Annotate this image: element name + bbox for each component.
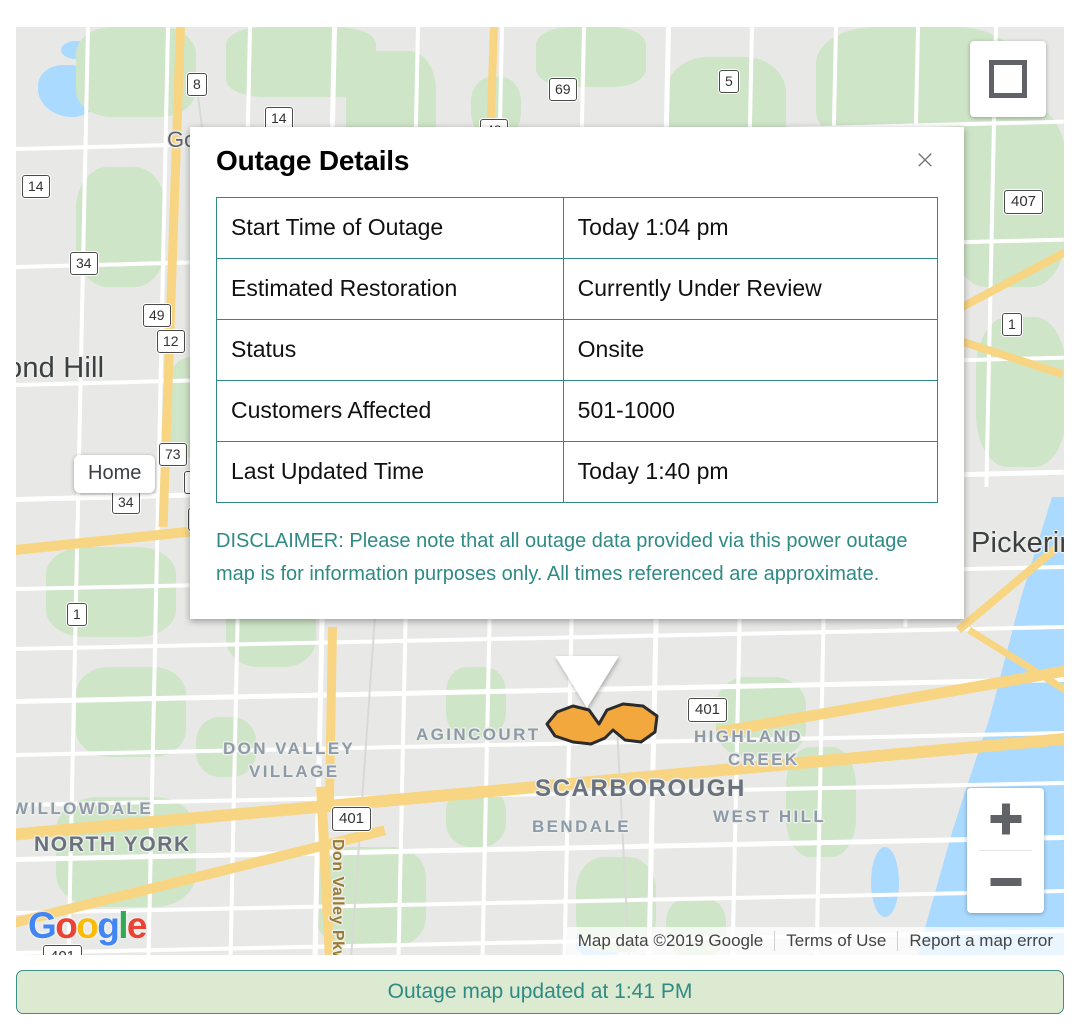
google-logo[interactable]: Google (28, 905, 148, 947)
outage-details-table: Start Time of Outage Today 1:04 pm Estimat… (216, 197, 939, 503)
map-place-label: SCARBOROUGH (535, 775, 746, 802)
route-shield: 1 (67, 603, 87, 626)
detail-value: 501-1000 (562, 380, 939, 442)
map-attribution: Map data ©2019 Google Terms of Use Repor… (566, 927, 1064, 955)
road-h-6 (16, 625, 1064, 651)
map-place-label: CREEK (728, 750, 800, 769)
close-icon[interactable]: × (908, 143, 942, 177)
map-place-label: HIGHLAND (694, 727, 803, 746)
fullscreen-button[interactable] (970, 41, 1046, 117)
route-shield: 12 (157, 330, 185, 353)
fullscreen-icon-corner (1003, 74, 1027, 98)
google-logo-g1: G (28, 905, 57, 946)
detail-value: Currently Under Review (562, 258, 939, 320)
detail-key: Start Time of Outage (216, 197, 564, 259)
detail-key: Customers Affected (216, 380, 564, 442)
status-bar-label: Outage map updated at 1:41 PM (387, 980, 693, 1003)
detail-value: Today 1:04 pm (562, 197, 939, 259)
route-shield: 69 (549, 78, 577, 101)
route-shield: 73 (159, 443, 187, 466)
detail-key: Estimated Restoration (216, 258, 564, 320)
table-row: Status Onsite (216, 319, 939, 381)
zoom-out-button[interactable] (967, 851, 1044, 913)
attribution-map-data: Map data ©2019 Google (577, 931, 764, 950)
detail-key: Last Updated Time (216, 441, 564, 503)
route-shield: 34 (112, 491, 140, 514)
detail-key: Status (216, 319, 564, 381)
table-row: Estimated Restoration Currently Under Rev… (216, 258, 939, 320)
disclaimer-text: DISCLAIMER: Please note that all outage … (216, 530, 908, 585)
attribution-terms-link[interactable]: Terms of Use (774, 931, 897, 951)
route-shield: 401 (332, 807, 372, 831)
route-shield: 8 (187, 73, 207, 96)
map-place-label: ond Hill (16, 352, 105, 384)
attribution-report-link[interactable]: Report a map error (897, 931, 1064, 951)
map-place-label: NORTH YORK (34, 833, 191, 856)
table-row: Customers Affected 501-1000 (216, 380, 939, 442)
home-marker-label: Home (88, 462, 142, 484)
status-bar: Outage map updated at 1:41 PM (16, 970, 1064, 1014)
water-pond-se (871, 847, 899, 917)
outage-details-popup: Outage Details × Start Time of Outage Tod… (190, 127, 964, 619)
google-logo-e: e (126, 905, 148, 946)
route-shield: 14 (22, 175, 50, 198)
route-shield: 1 (1002, 313, 1022, 336)
google-logo-o2: o (76, 905, 99, 946)
minus-icon (990, 878, 1021, 886)
table-row: Last Updated Time Today 1:40 pm (216, 441, 939, 503)
map-place-label: Don Valley Pkwy (329, 839, 346, 955)
zoom-control (967, 788, 1044, 913)
google-logo-g2: g (97, 905, 120, 946)
detail-value: Onsite (562, 319, 939, 381)
google-logo-o1: o (55, 905, 78, 946)
home-marker[interactable]: Home (74, 455, 156, 493)
zoom-in-button[interactable] (967, 788, 1044, 850)
map-place-label: DON VALLEY (223, 739, 356, 758)
table-row: Start Time of Outage Today 1:04 pm (216, 197, 939, 259)
park-14 (76, 667, 186, 757)
info-window-pointer (555, 656, 619, 708)
detail-value: Today 1:40 pm (562, 441, 939, 503)
route-shield: 34 (70, 252, 98, 275)
popup-title: Outage Details (216, 145, 410, 176)
plus-icon-vertical (1001, 803, 1010, 835)
outage-map-page: 8144869540714344912173123471401401401 Go… (0, 0, 1080, 1030)
route-shield: 407 (1004, 190, 1044, 214)
info-window-header: Outage Details × (190, 127, 964, 181)
map-place-label: BENDALE (532, 817, 631, 836)
map-place-label: VILLAGE (249, 762, 340, 781)
map-place-label: WILLOWDALE (16, 799, 154, 818)
map-place-label: AGINCOURT (416, 725, 541, 744)
route-shield: 5 (719, 70, 739, 93)
map-place-label: Pickering (971, 527, 1064, 559)
route-shield: 49 (143, 304, 171, 327)
google-logo-l: l (118, 905, 128, 946)
route-shield: 401 (688, 698, 728, 722)
map-place-label: WEST HILL (713, 807, 827, 826)
